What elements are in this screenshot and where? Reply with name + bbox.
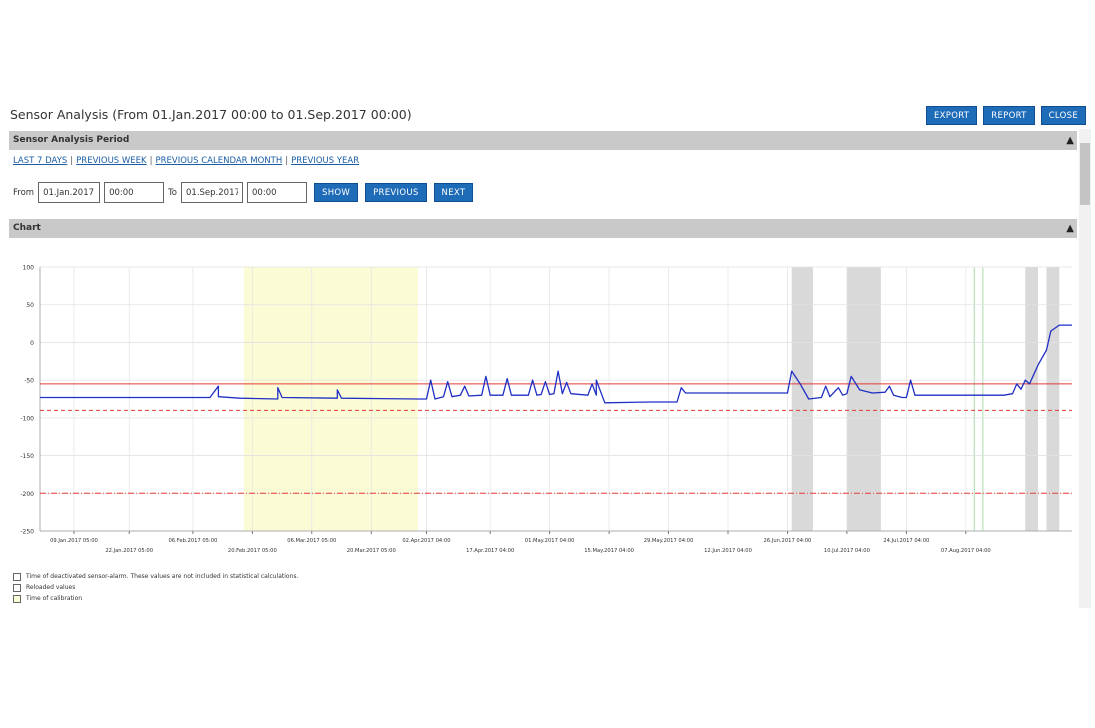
deactivated-band bbox=[1046, 267, 1060, 531]
report-button[interactable]: REPORT bbox=[983, 106, 1035, 125]
to-date-input[interactable] bbox=[181, 182, 244, 203]
link-previous-year[interactable]: PREVIOUS YEAR bbox=[291, 156, 359, 166]
period-section-title: Sensor Analysis Period bbox=[13, 135, 130, 145]
collapse-triangle-icon[interactable]: ▲ bbox=[1066, 131, 1074, 150]
link-previous-week[interactable]: PREVIOUS WEEK bbox=[76, 156, 146, 166]
legend-item-calibration: Time of calibration bbox=[13, 593, 298, 604]
x-tick-label: 29.May.2017 04:00 bbox=[644, 538, 694, 544]
x-tick-label: 12.Jun.2017 04:00 bbox=[704, 548, 752, 554]
y-tick-label: -250 bbox=[20, 529, 34, 536]
legend-label: Time of calibration bbox=[26, 595, 83, 602]
chart-section-title: Chart bbox=[13, 223, 41, 233]
x-tick-label: 09.Jan.2017 05:00 bbox=[50, 538, 98, 544]
y-tick-label: -50 bbox=[24, 378, 34, 385]
y-tick-label: -200 bbox=[20, 491, 34, 498]
legend-item-deactivated: Time of deactivated sensor-alarm. These … bbox=[13, 571, 298, 582]
link-separator: | bbox=[149, 156, 153, 166]
link-previous-calendar-month[interactable]: PREVIOUS CALENDAR MONTH bbox=[156, 156, 283, 166]
legend-swatch-deactivated bbox=[13, 572, 21, 581]
y-tick-label: 50 bbox=[26, 302, 34, 309]
legend-item-reloaded: Reloaded values bbox=[13, 582, 298, 593]
x-tick-label: 20.Mar.2017 05:00 bbox=[347, 548, 396, 554]
legend-label: Reloaded values bbox=[26, 584, 76, 591]
to-time-input[interactable] bbox=[247, 182, 308, 203]
date-range-row: From To SHOW PREVIOUS NEXT bbox=[13, 182, 474, 203]
previous-button[interactable]: PREVIOUS bbox=[365, 183, 427, 202]
toolbar: EXPORT REPORT CLOSE bbox=[926, 106, 1086, 125]
link-last-7-days[interactable]: LAST 7 DAYS bbox=[13, 156, 67, 166]
y-tick-label: -150 bbox=[20, 453, 34, 460]
x-tick-label: 02.Apr.2017 04:00 bbox=[402, 538, 450, 544]
x-tick-label: 06.Feb.2017 05:00 bbox=[168, 538, 217, 544]
page-title: Sensor Analysis (From 01.Jan.2017 00:00 … bbox=[10, 107, 412, 122]
from-date-input[interactable] bbox=[38, 182, 101, 203]
legend-swatch-calibration bbox=[13, 594, 21, 603]
sensor-series-line bbox=[40, 324, 1072, 404]
deactivated-band bbox=[1025, 267, 1039, 531]
y-tick-label: -100 bbox=[20, 415, 34, 422]
x-tick-label: 20.Feb.2017 05:00 bbox=[228, 548, 277, 554]
to-label: To bbox=[168, 187, 178, 198]
x-tick-label: 10.Jul.2017 04:00 bbox=[824, 548, 870, 554]
x-tick-label: 24.Jul.2017 04:00 bbox=[883, 538, 929, 544]
chart-legend: Time of deactivated sensor-alarm. These … bbox=[13, 571, 298, 604]
legend-swatch-reloaded bbox=[13, 583, 21, 592]
link-separator: | bbox=[70, 156, 74, 166]
vertical-scrollbar[interactable] bbox=[1079, 129, 1091, 608]
y-tick-label: 100 bbox=[23, 265, 35, 272]
show-button[interactable]: SHOW bbox=[314, 183, 359, 202]
x-tick-label: 06.Mar.2017 05:00 bbox=[287, 538, 336, 544]
x-tick-label: 01.May.2017 04:00 bbox=[525, 538, 575, 544]
x-tick-label: 17.Apr.2017 04:00 bbox=[466, 548, 514, 554]
scrollbar-thumb[interactable] bbox=[1080, 143, 1090, 205]
x-tick-label: 07.Aug.2017 04:00 bbox=[941, 548, 991, 554]
x-tick-label: 26.Jun.2017 04:00 bbox=[764, 538, 812, 544]
sensor-analysis-window: Sensor Analysis (From 01.Jan.2017 00:00 … bbox=[0, 0, 1095, 728]
from-label: From bbox=[13, 187, 35, 198]
deactivated-band bbox=[846, 267, 881, 531]
link-separator: | bbox=[285, 156, 289, 166]
legend-label: Time of deactivated sensor-alarm. These … bbox=[26, 573, 299, 580]
period-quick-links: LAST 7 DAYS | PREVIOUS WEEK | PREVIOUS CALEN… bbox=[13, 156, 359, 166]
x-tick-label: 22.Jan.2017 05:00 bbox=[105, 548, 153, 554]
chart-section-header[interactable]: Chart ▲ bbox=[9, 219, 1077, 238]
collapse-triangle-icon[interactable]: ▲ bbox=[1066, 219, 1074, 238]
x-tick-label: 15.May.2017 04:00 bbox=[584, 548, 634, 554]
period-section-header[interactable]: Sensor Analysis Period ▲ bbox=[9, 131, 1077, 150]
close-button[interactable]: CLOSE bbox=[1040, 106, 1086, 125]
y-tick-label: 0 bbox=[30, 340, 34, 347]
next-button[interactable]: NEXT bbox=[433, 183, 474, 202]
from-time-input[interactable] bbox=[104, 182, 165, 203]
sensor-chart: 100 50 0 -50 -100 -150 -200 -250 09.Jan.2017 05:… bbox=[20, 265, 1072, 554]
export-button[interactable]: EXPORT bbox=[926, 106, 978, 125]
